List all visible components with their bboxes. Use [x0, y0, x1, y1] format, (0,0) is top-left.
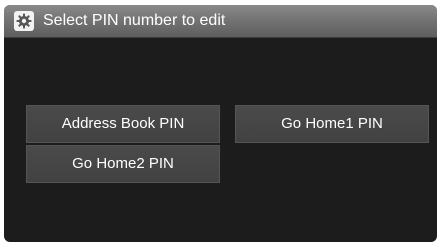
go-home1-pin-button[interactable]: Go Home1 PIN — [235, 105, 429, 143]
title-bar: Select PIN number to edit — [4, 5, 437, 38]
go-home2-pin-button[interactable]: Go Home2 PIN — [26, 145, 220, 183]
page-title: Select PIN number to edit — [43, 12, 226, 29]
gear-icon — [14, 11, 34, 31]
pin-select-screen: Select PIN number to edit Address Book P… — [4, 5, 437, 242]
address-book-pin-button[interactable]: Address Book PIN — [26, 105, 220, 143]
